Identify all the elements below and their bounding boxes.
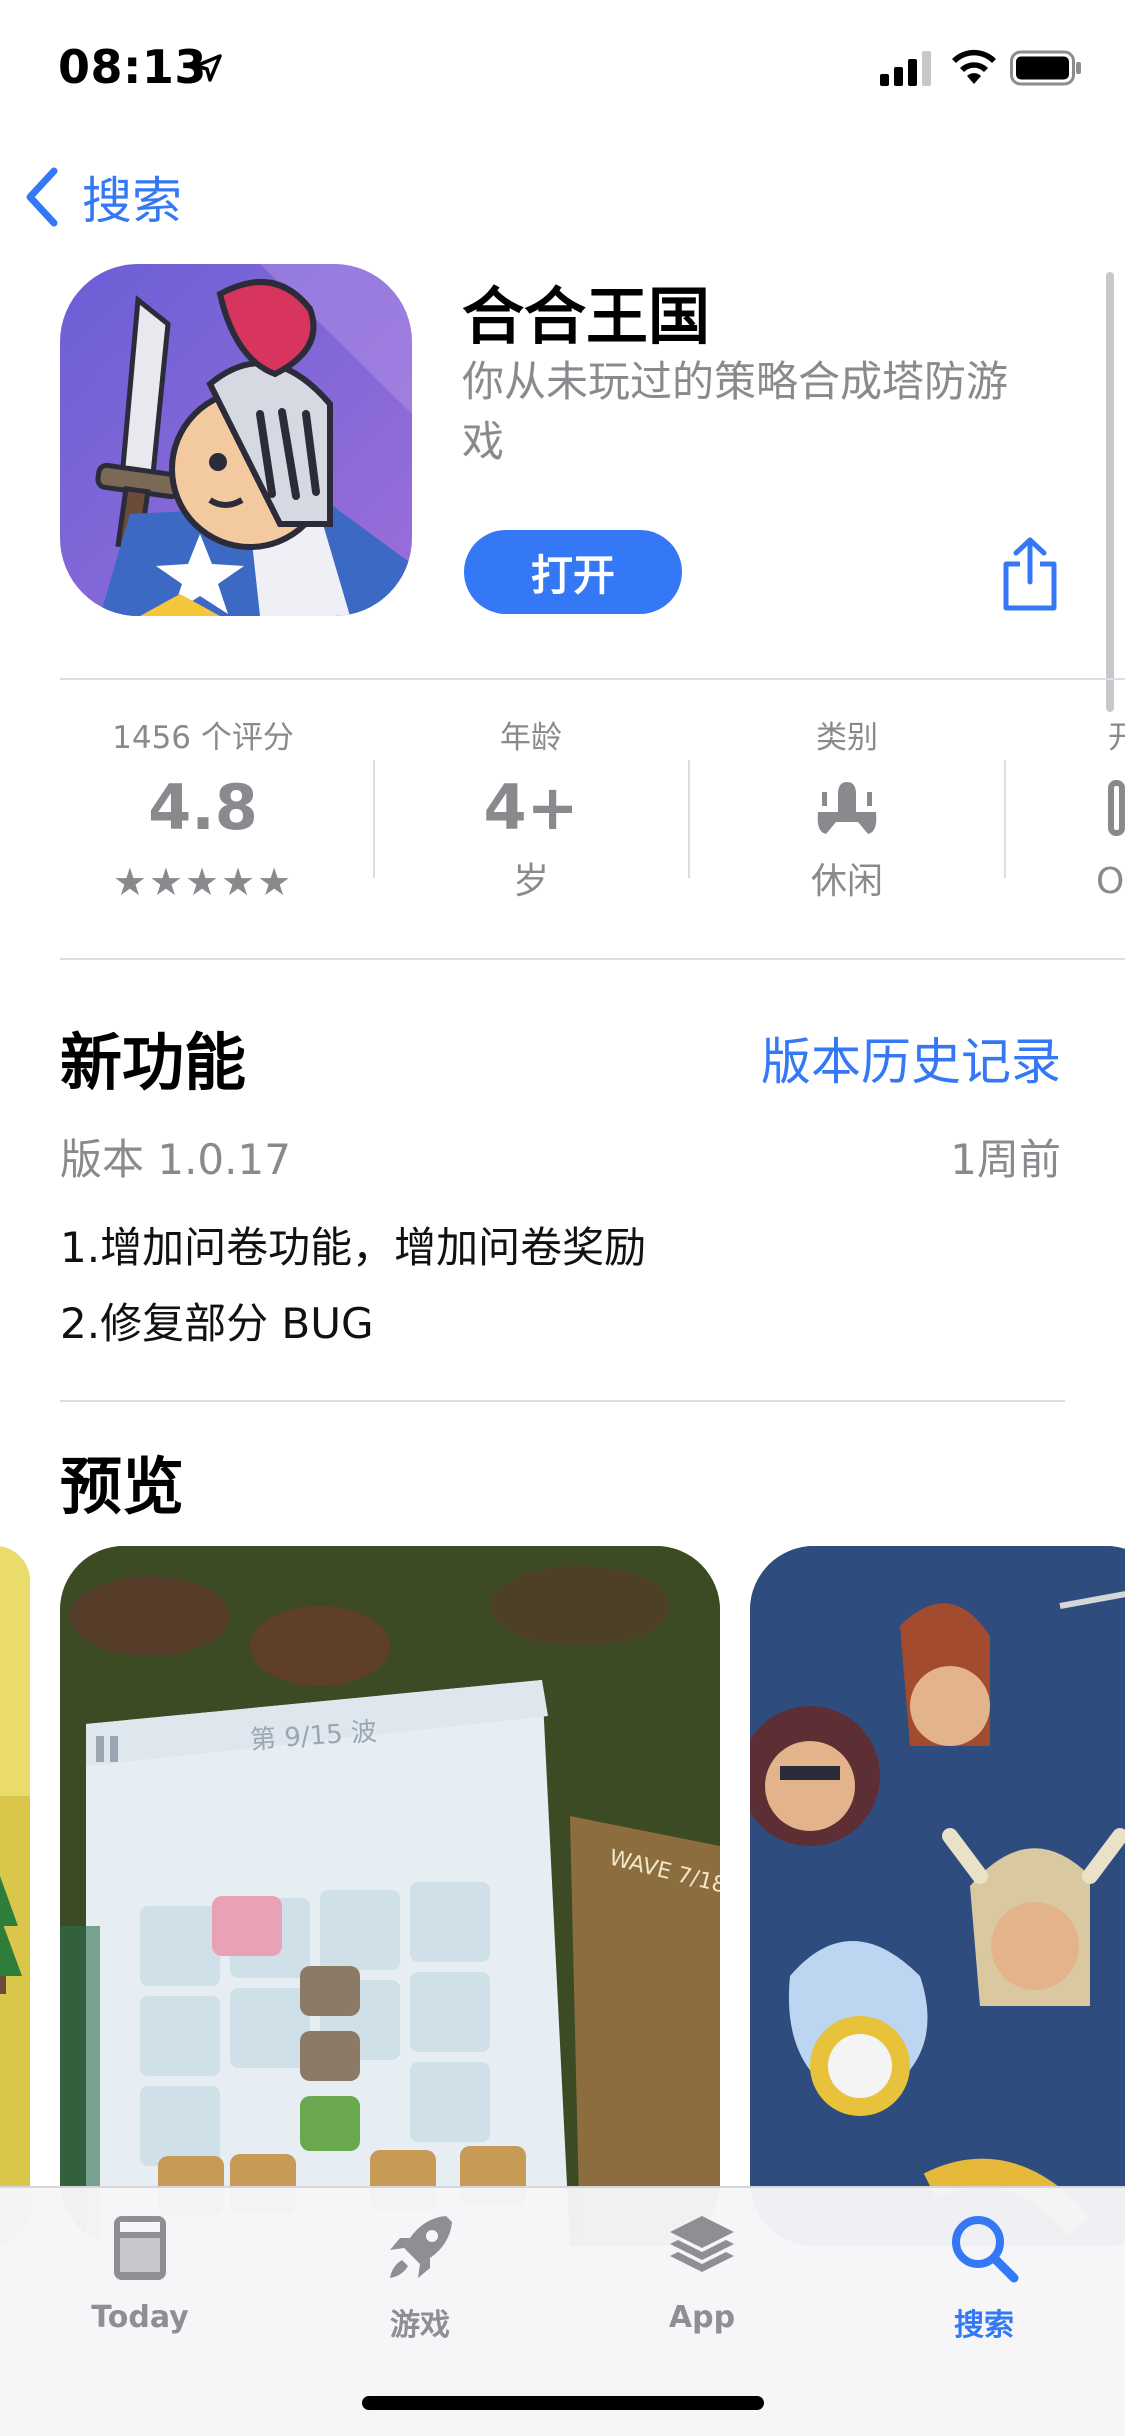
- developer-icon-wrap: [1108, 760, 1125, 856]
- preview-screenshot-2[interactable]: [750, 1546, 1125, 2246]
- divider: [60, 1400, 1065, 1402]
- tab-search[interactable]: 搜索: [884, 2208, 1084, 2344]
- preview-title: 预览: [60, 1450, 185, 1523]
- tab-games-label: 游戏: [390, 2308, 450, 2343]
- developer-label: 开: [1108, 720, 1125, 756]
- star-rating: ★★★★★: [112, 860, 294, 904]
- location-arrow-icon: [194, 54, 222, 82]
- version-number: 版本 1.0.17: [60, 1135, 291, 1184]
- divider: [60, 958, 1125, 960]
- rating-value: 4.8: [148, 771, 258, 844]
- whats-new-title: 新功能: [60, 1026, 247, 1099]
- age-column[interactable]: 年龄 4+ 岁: [374, 716, 688, 908]
- today-icon: [114, 2216, 166, 2280]
- category-value: 休闲: [810, 861, 883, 902]
- tab-apps[interactable]: App: [602, 2208, 802, 2335]
- rocket-icon: [390, 2216, 452, 2278]
- release-note: 1.增加问卷功能，增加问卷奖励: [60, 1223, 647, 1272]
- back-label: 搜索: [82, 172, 182, 230]
- ratings-column[interactable]: 1456 个评分 4.8 ★★★★★: [46, 716, 360, 908]
- developer-icon: [1108, 780, 1125, 836]
- tab-apps-label: App: [668, 2300, 736, 2335]
- tab-today[interactable]: Today: [40, 2208, 240, 2335]
- chevron-left-icon: [26, 167, 58, 227]
- updated-time: 1周前: [950, 1135, 1061, 1184]
- cellular-signal-icon: [880, 51, 931, 86]
- preview-screenshot-prev[interactable]: [0, 1546, 30, 2246]
- app-title: 合合王国: [462, 280, 711, 353]
- tab-today-label: Today: [91, 2300, 189, 2335]
- version-history-link[interactable]: 版本历史记录: [761, 1022, 1061, 1094]
- back-button[interactable]: 搜索: [24, 162, 182, 232]
- wifi-icon: [952, 49, 996, 84]
- release-note: 2.修复部分 BUG: [60, 1299, 374, 1348]
- category-icon-wrap: [690, 760, 1004, 856]
- preview-screenshot-1[interactable]: 第 9/15 波 WAVE 7/18: [60, 1546, 720, 2246]
- battery-icon: [1010, 50, 1081, 86]
- age-label: 年龄: [500, 720, 562, 756]
- category-column[interactable]: 类别 休闲: [690, 716, 1004, 908]
- scroll-indicator[interactable]: [1106, 272, 1114, 712]
- divider: [60, 678, 1125, 680]
- age-value: 4+: [483, 771, 579, 844]
- status-bar: 08:13: [0, 0, 1125, 132]
- ratings-count-label: 1456 个评分: [112, 720, 294, 756]
- home-indicator[interactable]: [362, 2396, 764, 2410]
- open-button[interactable]: 打开: [464, 530, 682, 614]
- layers-icon: [670, 2216, 734, 2272]
- category-label: 类别: [816, 720, 878, 756]
- tab-games[interactable]: 游戏: [320, 2208, 520, 2344]
- app-subtitle: 你从未玩过的策略合成塔防游戏: [462, 357, 1009, 466]
- status-time: 08:13: [58, 40, 207, 94]
- share-icon[interactable]: [998, 536, 1062, 612]
- tab-search-label: 搜索: [954, 2308, 1014, 2343]
- developer-column[interactable]: 开 OI: [1006, 716, 1125, 908]
- age-unit: 岁: [512, 861, 549, 902]
- game-category-icon: [817, 782, 877, 834]
- developer-value: OI: [1096, 861, 1125, 902]
- app-icon: [60, 264, 412, 616]
- search-icon: [952, 2216, 1019, 2283]
